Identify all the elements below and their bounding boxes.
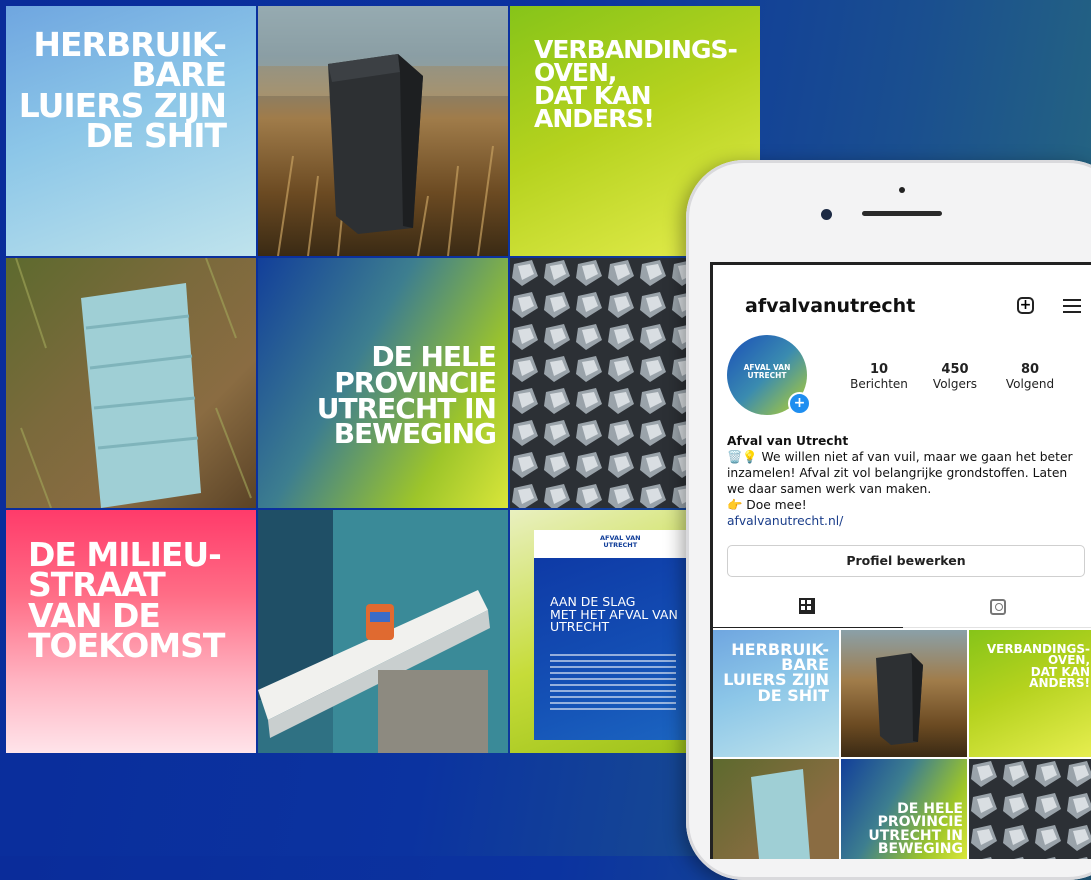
avatar-logo-text: AFVAL VAN UTRECHT xyxy=(743,363,791,380)
post-tile-face-mask-photo[interactable] xyxy=(6,258,256,508)
add-story-icon[interactable]: + xyxy=(788,392,811,415)
tagged-icon xyxy=(990,599,1006,615)
grid-post-text: VERBANDINGS- OVEN, DAT KAN ANDERS! xyxy=(986,642,1090,691)
profile-username: afvalvanutrecht xyxy=(745,295,916,317)
face-mask-illustration xyxy=(751,769,810,859)
grid-post-foil-photo[interactable] xyxy=(969,759,1091,859)
grid-post-text: DE HELE PROVINCIE UTRECHT IN BEWEGING xyxy=(868,801,963,857)
post-tile-website-preview[interactable]: AFVAL VAN UTRECHT AAN DE SLAG MET HET AF… xyxy=(510,510,686,753)
followers-label: Volgers xyxy=(932,377,978,391)
profile-cta: 👉 Doe mee! xyxy=(727,498,807,512)
website-body-placeholder xyxy=(550,654,676,714)
post-tile-province-moving[interactable]: DE HELE PROVINCIE UTRECHT IN BEWEGING xyxy=(258,258,508,508)
foil-cubes-illustration xyxy=(510,258,686,508)
post-tile-reusable-diapers[interactable]: HERBRUIK- BARE LUIERS ZIJN DE SHIT xyxy=(6,6,256,256)
grid-post-trash-bin-photo[interactable] xyxy=(841,630,967,757)
trash-bin-illustration xyxy=(258,6,508,256)
foil-cubes-illustration xyxy=(969,759,1091,859)
speaker-grille xyxy=(862,211,942,216)
profile-link[interactable]: afvalvanutrecht.nl/ xyxy=(727,513,1087,529)
tab-tagged[interactable] xyxy=(903,587,1091,628)
website-preview-card: AFVAL VAN UTRECHT AAN DE SLAG MET HET AF… xyxy=(534,530,686,740)
post-tile-text: DE HELE PROVINCIE UTRECHT IN BEWEGING xyxy=(316,340,497,451)
face-mask-illustration xyxy=(15,258,252,508)
plus-square-icon[interactable]: + xyxy=(1017,297,1034,314)
tab-grid[interactable] xyxy=(713,587,903,628)
grid-post-province-moving[interactable]: DE HELE PROVINCIE UTRECHT IN BEWEGING xyxy=(841,759,967,859)
following-count: 80 xyxy=(1020,362,1040,377)
grid-post-reusable-diapers[interactable]: HERBRUIK- BARE LUIERS ZIJN DE SHIT xyxy=(713,630,839,757)
following-label: Volgend xyxy=(1005,377,1055,391)
website-logo: AFVAL VAN UTRECHT xyxy=(600,534,641,549)
post-tile-trash-bin-photo[interactable] xyxy=(258,6,508,256)
posts-label: Berichten xyxy=(850,377,908,391)
edit-profile-button[interactable]: Profiel bewerken xyxy=(727,545,1085,577)
can-on-bench-illustration xyxy=(258,510,508,753)
trash-bin-illustration xyxy=(876,653,923,745)
website-hero: AAN DE SLAG MET HET AFVAL VAN UTRECHT xyxy=(534,558,686,740)
grid-post-text: HERBRUIK- BARE LUIERS ZIJN DE SHIT xyxy=(723,640,829,705)
grid-post-face-mask-photo[interactable] xyxy=(713,759,839,859)
post-tile-foil-photo[interactable] xyxy=(510,258,686,508)
website-heading: AAN DE SLAG MET HET AFVAL VAN UTRECHT xyxy=(550,594,678,634)
post-tile-text: HERBRUIK- BARE LUIERS ZIJN DE SHIT xyxy=(18,25,227,156)
grid-icon xyxy=(799,598,815,614)
instagram-profile-screen: afvalvanutrecht + AFVAL VAN UTRECHT + 10… xyxy=(710,262,1091,859)
profile-name: Afval van Utrecht xyxy=(727,434,849,448)
profile-bio-section: Afval van Utrecht 🗑️💡 We willen niet af … xyxy=(727,433,1087,529)
post-tile-recycling-center[interactable]: DE MILIEU- STRAAT VAN DE TOEKOMST xyxy=(6,510,256,753)
post-tile-can-photo[interactable] xyxy=(258,510,508,753)
posts-stat[interactable]: 10 Berichten xyxy=(847,362,911,391)
posts-count: 10 xyxy=(869,362,889,377)
followers-stat[interactable]: 450 Volgers xyxy=(925,362,985,391)
menu-icon[interactable] xyxy=(1063,299,1081,313)
proximity-sensor xyxy=(899,187,905,193)
following-stat[interactable]: 80 Volgend xyxy=(1000,362,1060,391)
post-tile-text: DE MILIEU- STRAAT VAN DE TOEKOMST xyxy=(28,535,225,666)
post-tile-text: VERBANDINGS- OVEN, DAT KAN ANDERS! xyxy=(534,35,738,133)
avatar[interactable]: AFVAL VAN UTRECHT + xyxy=(727,335,811,415)
grid-post-incinerator[interactable]: VERBANDINGS- OVEN, DAT KAN ANDERS! xyxy=(969,630,1091,757)
profile-bio-text: 🗑️💡 We willen niet af van vuil, maar we … xyxy=(727,450,1073,496)
front-camera xyxy=(821,209,832,220)
followers-count: 450 xyxy=(941,362,969,377)
